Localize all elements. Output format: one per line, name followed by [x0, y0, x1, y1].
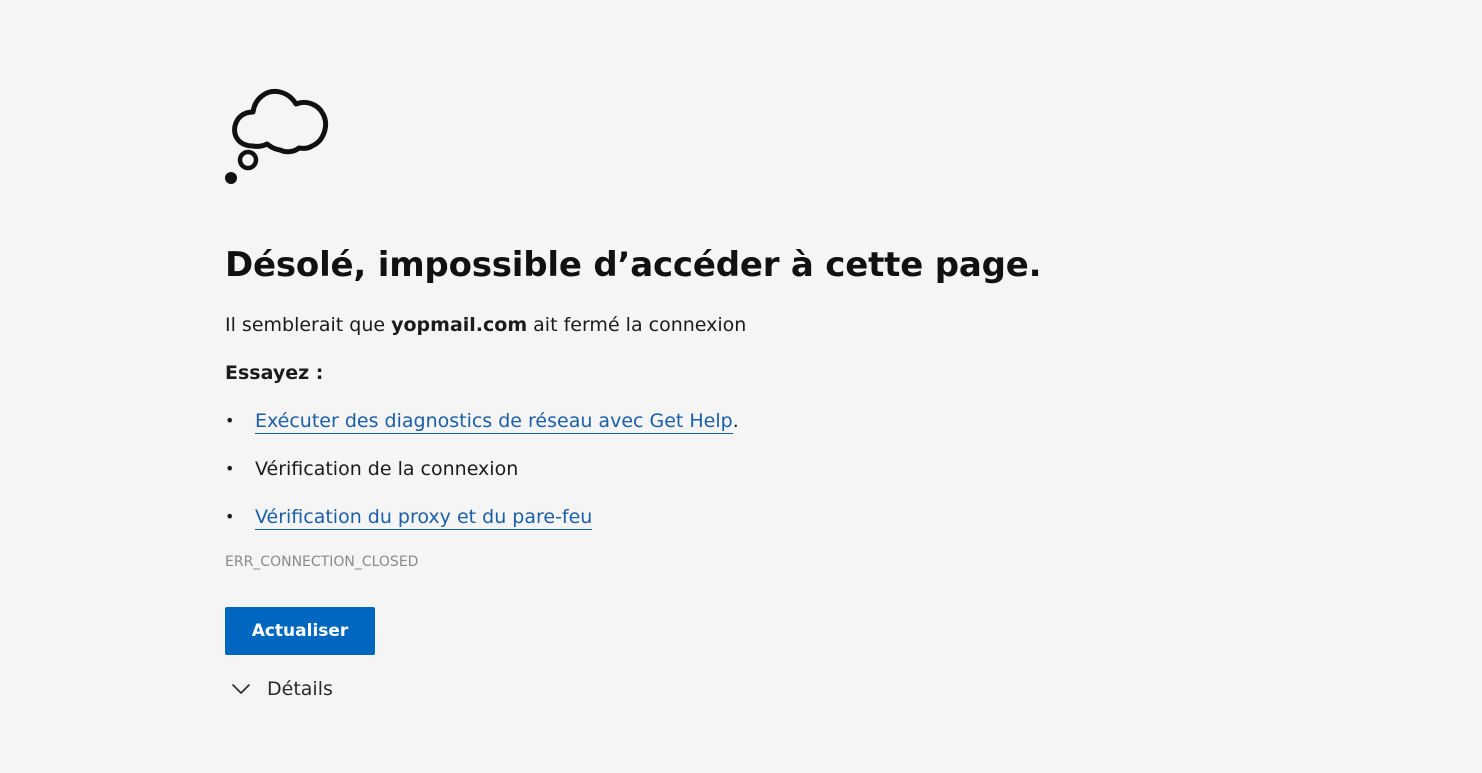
site-domain: yopmail.com: [391, 314, 528, 336]
run-diagnostics-link[interactable]: Exécuter des diagnostics de réseau avec …: [255, 410, 733, 434]
check-proxy-firewall-link[interactable]: Vérification du proxy et du pare-feu: [255, 506, 593, 530]
suggestion-list: • Exécuter des diagnostics de réseau ave…: [225, 409, 1125, 530]
error-page: Désolé, impossible d’accéder à cette pag…: [0, 0, 1482, 773]
message-prefix: Il semblerait que: [225, 314, 392, 336]
error-message: Il semblerait que yopmail.com ait fermé …: [225, 313, 1125, 337]
message-suffix: ait fermé la connexion: [527, 314, 747, 336]
refresh-button[interactable]: Actualiser: [225, 607, 375, 655]
bullet: •: [225, 507, 235, 526]
error-content: Désolé, impossible d’accéder à cette pag…: [225, 76, 1125, 701]
details-label: Détails: [267, 678, 333, 700]
check-connection-text: Vérification de la connexion: [255, 458, 519, 480]
details-toggle[interactable]: Détails: [225, 677, 1125, 701]
suggestion-trailing: .: [732, 410, 739, 432]
error-code: ERR_CONNECTION_CLOSED: [225, 554, 419, 570]
thought-cloud-icon: [225, 88, 328, 184]
page-title: Désolé, impossible d’accéder à cette pag…: [225, 245, 1042, 285]
suggestion-item-proxy: • Vérification du proxy et du pare-feu: [225, 505, 1125, 530]
bullet: •: [225, 459, 235, 478]
try-heading: Essayez :: [225, 362, 324, 384]
suggestion-item-connection: • Vérification de la connexion: [225, 457, 1125, 481]
bullet: •: [225, 411, 235, 430]
suggestion-item-diagnostics: • Exécuter des diagnostics de réseau ave…: [225, 409, 1125, 434]
chevron-down-icon: [232, 684, 250, 694]
